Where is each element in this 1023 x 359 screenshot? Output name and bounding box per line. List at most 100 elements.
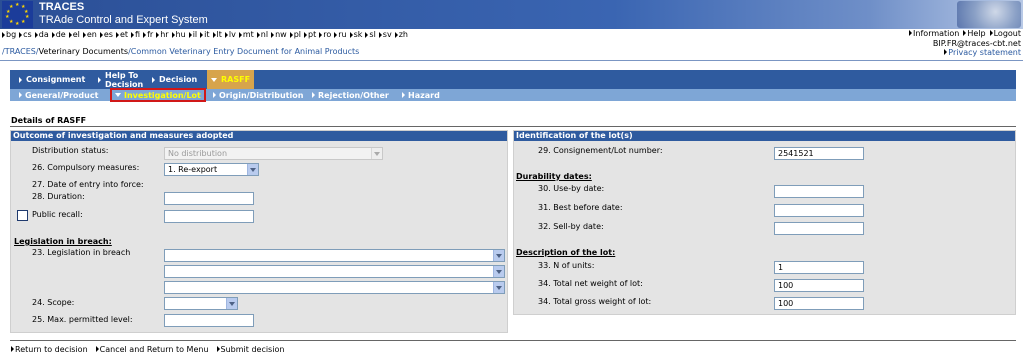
subtab-label: Origin/Distribution <box>219 90 304 100</box>
language-link-et[interactable]: et <box>116 29 128 40</box>
language-link-mt[interactable]: mt <box>239 29 254 40</box>
sub-tab-bar: General/Product Investigation/Lot Origin… <box>10 88 1016 102</box>
language-link-fi[interactable]: fi <box>131 29 140 40</box>
language-link-el[interactable]: el <box>69 29 80 40</box>
language-link-da[interactable]: da <box>35 29 49 40</box>
section-title: Details of RASFF <box>11 116 87 125</box>
scope-select[interactable] <box>164 297 238 310</box>
lot-number-label: 29. Consignement/Lot number: <box>538 146 663 155</box>
legislation-select-2[interactable] <box>164 265 505 278</box>
language-link-hu[interactable]: hu <box>172 29 186 40</box>
subtab-label: Rejection/Other <box>318 90 389 100</box>
public-recall-input[interactable] <box>164 210 254 223</box>
tab-label-line1: Help To <box>105 70 139 80</box>
gross-weight-input[interactable]: 100 <box>774 297 864 310</box>
language-link-sk[interactable]: sk <box>350 29 363 40</box>
cancel-return-menu-link[interactable]: Cancel and Return to Menu <box>96 345 209 354</box>
tab-label: Decision <box>159 75 198 84</box>
net-weight-input[interactable]: 100 <box>774 279 864 292</box>
language-link-ro[interactable]: ro <box>319 29 331 40</box>
language-link-en[interactable]: en <box>83 29 97 40</box>
subtab-origin-distribution[interactable]: Origin/Distribution <box>213 89 303 101</box>
duration-input[interactable] <box>164 192 254 205</box>
language-link-nw[interactable]: nw <box>271 29 287 40</box>
footer-divider <box>10 340 1016 341</box>
subtab-rejection-other[interactable]: Rejection/Other <box>312 89 389 101</box>
language-link-lv[interactable]: lv <box>225 29 236 40</box>
logout-link[interactable]: Logout <box>990 29 1021 38</box>
subtab-hazard[interactable]: Hazard <box>402 89 440 101</box>
information-link[interactable]: Information <box>909 29 959 38</box>
lot-number-input[interactable]: 2541521 <box>774 147 864 160</box>
net-weight-label: 34. Total net weight of lot: <box>538 279 643 288</box>
subtab-investigation-lot[interactable]: Investigation/Lot <box>110 88 206 102</box>
legislation-select-3[interactable] <box>164 281 505 294</box>
use-by-label: 30. Use-by date: <box>538 184 605 193</box>
distribution-status-select[interactable]: No distribution <box>164 147 383 160</box>
breadcrumb-root[interactable]: /TRACES/ <box>2 47 39 56</box>
section-divider <box>10 126 1016 127</box>
language-link-fr[interactable]: fr <box>143 29 153 40</box>
submit-decision-link[interactable]: Submit decision <box>217 345 285 354</box>
breadcrumb-current[interactable]: Veterinary Documents <box>39 47 129 56</box>
language-link-sl[interactable]: sl <box>365 29 375 40</box>
distribution-status-label: Distribution status: <box>32 146 109 155</box>
subtab-label: General/Product <box>25 90 99 100</box>
tab-arrow-icon <box>19 76 22 83</box>
duration-label: 28. Duration: <box>32 192 85 201</box>
description-heading: Description of the lot: <box>516 248 616 257</box>
app-title: TRACES <box>39 1 85 13</box>
units-input[interactable]: 1 <box>774 261 864 274</box>
subtab-arrow-icon <box>19 92 22 98</box>
lot-panel-title: Identification of the lot(s) <box>514 131 1015 141</box>
language-link-nl[interactable]: nl <box>257 29 268 40</box>
tab-consignment[interactable]: Consignment <box>19 70 85 89</box>
app-header: ★ ★ ★ ★ ★ ★ ★ ★ ★ ★ TRACES TRAde Control… <box>0 0 1023 29</box>
sell-by-input[interactable] <box>774 222 864 235</box>
tab-arrow-icon <box>152 76 155 83</box>
chevron-down-icon <box>247 164 258 175</box>
best-before-input[interactable] <box>774 204 864 217</box>
language-link-ru[interactable]: ru <box>334 29 346 40</box>
footer-actions: Return to decision Cancel and Return to … <box>11 345 284 354</box>
chevron-down-icon <box>371 148 382 159</box>
outcome-panel-title: Outcome of investigation and measures ad… <box>11 131 507 141</box>
main-tab-bar: Consignment Help To Decision Decision RA… <box>10 70 1016 89</box>
language-link-zh[interactable]: zh <box>395 29 408 40</box>
subtab-arrow-icon <box>312 92 315 98</box>
tab-help-to-decision[interactable]: Help To Decision <box>98 70 143 89</box>
tab-decision[interactable]: Decision <box>152 70 197 89</box>
tab-label: RASFF <box>221 75 251 84</box>
legislation-select-1[interactable] <box>164 249 505 262</box>
compulsory-measures-select[interactable]: 1. Re-export <box>164 163 259 176</box>
return-to-decision-link[interactable]: Return to decision <box>11 345 88 354</box>
help-link[interactable]: Help <box>963 29 985 38</box>
tab-dropdown-icon <box>211 77 217 82</box>
language-link-cs[interactable]: cs <box>19 29 32 40</box>
subtab-general-product[interactable]: General/Product <box>19 89 98 101</box>
language-link-it[interactable]: it <box>200 29 209 40</box>
language-link-pt[interactable]: pt <box>304 29 316 40</box>
tab-arrow-icon <box>98 76 101 83</box>
tab-rasff[interactable]: RASFF <box>207 70 255 89</box>
language-link-sv[interactable]: sv <box>379 29 392 40</box>
public-recall-checkbox[interactable] <box>17 210 28 221</box>
language-link-es[interactable]: es <box>100 29 113 40</box>
language-link-de[interactable]: de <box>52 29 66 40</box>
units-label: 33. N of units: <box>538 261 595 270</box>
language-link-il[interactable]: il <box>189 29 197 40</box>
language-link-bg[interactable]: bg <box>2 29 16 40</box>
scope-label: 24. Scope: <box>32 298 75 307</box>
subtab-arrow-icon <box>402 92 405 98</box>
use-by-input[interactable] <box>774 185 864 198</box>
lot-identification-panel: Identification of the lot(s) 29. Consign… <box>513 130 1016 315</box>
best-before-label: 31. Best before date: <box>538 203 623 212</box>
privacy-statement-link[interactable]: Privacy statement <box>944 48 1021 57</box>
legislation-label: 23. Legislation in breach <box>32 248 131 257</box>
language-link-pl[interactable]: pl <box>290 29 301 40</box>
date-entry-label: 27. Date of entry into force: <box>32 180 144 189</box>
chevron-down-icon <box>493 250 504 261</box>
max-level-input[interactable] <box>164 314 254 327</box>
language-link-lt[interactable]: lt <box>213 29 222 40</box>
language-link-hr[interactable]: hr <box>156 29 168 40</box>
